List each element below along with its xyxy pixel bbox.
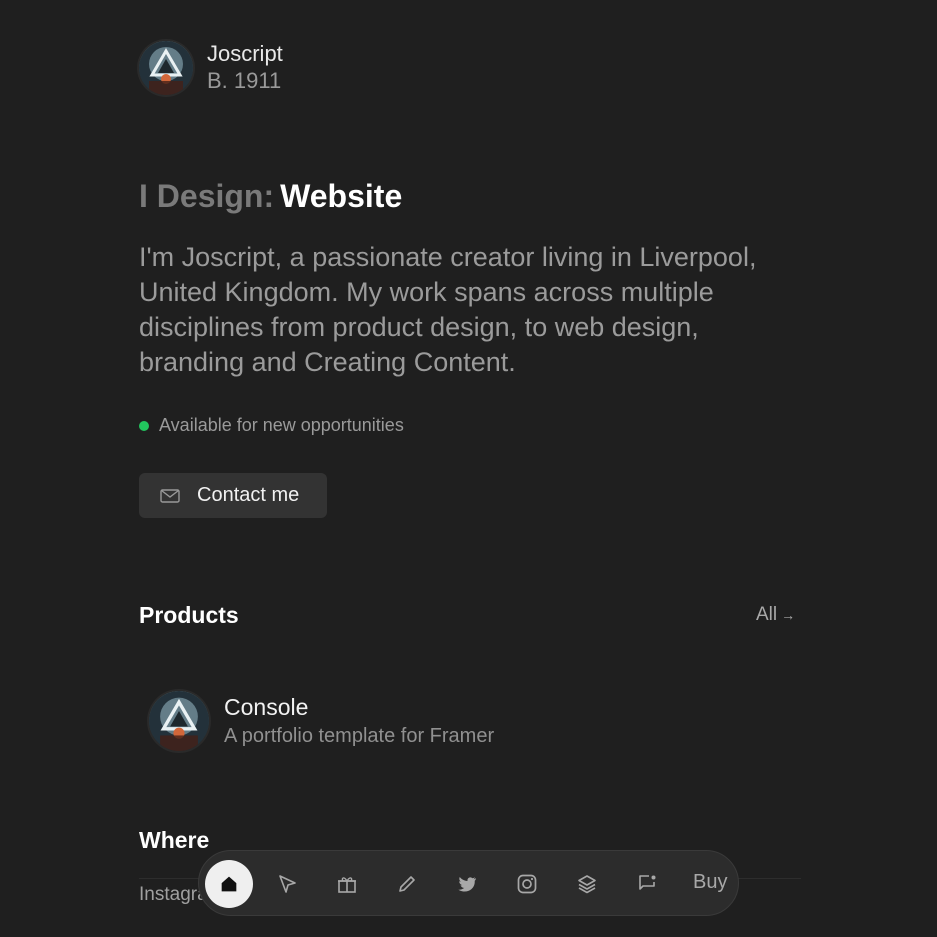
arrow-right-icon: →: [781, 607, 796, 623]
headline-prefix: I Design:: [139, 178, 275, 214]
products-title: Products: [139, 602, 239, 628]
availability-status: Available for new opportunities: [139, 415, 404, 436]
buy-button[interactable]: Buy: [693, 871, 727, 894]
instagram-icon[interactable]: [514, 871, 540, 897]
status-dot-icon: [139, 420, 149, 431]
status-text: Available for new opportunities: [159, 415, 404, 435]
profile-header: Joscript B. 1911: [139, 41, 283, 95]
product-name: Console: [224, 694, 309, 720]
headline-highlight: Website: [280, 178, 403, 214]
avatar[interactable]: [139, 41, 193, 95]
contact-button[interactable]: Contact me: [139, 473, 327, 518]
all-products-link[interactable]: All →: [756, 604, 795, 626]
bottom-dock: Buy: [198, 850, 739, 916]
product-thumbnail: [149, 691, 209, 751]
profile-born: B. 1911: [207, 68, 282, 93]
message-icon[interactable]: [634, 871, 660, 897]
contact-button-label: Contact me: [197, 484, 300, 506]
layers-icon[interactable]: [574, 871, 600, 897]
headline: I Design: Website: [139, 176, 402, 216]
home-icon[interactable]: [205, 860, 253, 908]
product-description: A portfolio template for Framer: [224, 725, 495, 747]
mail-icon: [159, 485, 181, 507]
where-title: Where: [139, 827, 210, 853]
cursor-icon[interactable]: [274, 871, 300, 897]
bio-text: I'm Joscript, a passionate creator livin…: [139, 242, 757, 377]
profile-name: Joscript: [207, 41, 283, 66]
twitter-icon[interactable]: [454, 871, 480, 897]
pencil-icon[interactable]: [394, 871, 420, 897]
gift-icon[interactable]: [334, 871, 360, 897]
product-item[interactable]: Console A portfolio template for Framer: [149, 691, 494, 751]
all-link-label: All: [756, 604, 778, 625]
